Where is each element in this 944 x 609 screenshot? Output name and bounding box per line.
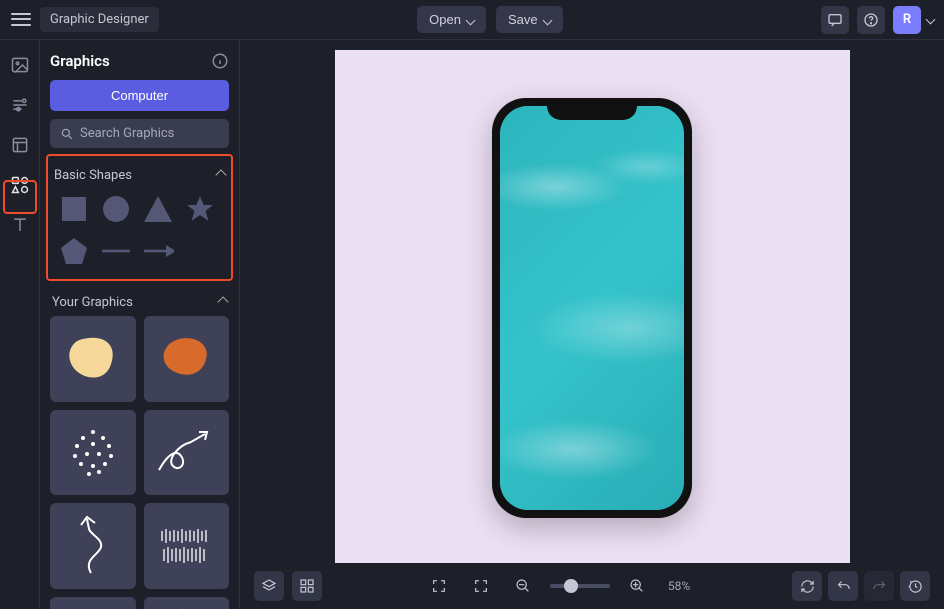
save-button[interactable]: Save [496, 6, 563, 33]
zoom-out-button[interactable] [508, 571, 538, 601]
shape-square[interactable] [58, 193, 90, 225]
refresh-button[interactable] [792, 571, 822, 601]
search-input[interactable]: Search Graphics [50, 119, 229, 148]
search-placeholder: Search Graphics [80, 126, 174, 141]
open-button[interactable]: Open [417, 6, 486, 33]
redo-button[interactable] [864, 571, 894, 601]
canvas-area: 58% [240, 40, 944, 609]
help-icon [863, 12, 879, 28]
shape-star[interactable] [184, 193, 216, 225]
shape-arrow[interactable] [142, 235, 174, 267]
avatar[interactable]: R [893, 6, 921, 34]
rail-graphics[interactable] [7, 172, 33, 198]
chevron-up-icon [217, 168, 225, 183]
open-label: Open [429, 12, 461, 27]
history-button[interactable] [900, 571, 930, 601]
info-button[interactable] [211, 52, 229, 70]
chevron-up-icon [219, 295, 227, 310]
graphic-swirl-arrow[interactable] [144, 597, 230, 609]
graphic-loop[interactable] [144, 410, 230, 496]
graphic-wave[interactable] [50, 597, 136, 609]
section-basic-shapes[interactable]: Basic Shapes [52, 162, 227, 189]
phone-mockup[interactable] [492, 98, 692, 518]
zoom-slider[interactable] [550, 584, 610, 588]
graphic-blob-orange[interactable] [144, 316, 230, 402]
your-graphics-label: Your Graphics [52, 295, 133, 310]
section-your-graphics[interactable]: Your Graphics [50, 289, 229, 316]
search-icon [60, 127, 74, 141]
graphic-curve-arrow[interactable] [50, 503, 136, 589]
rail-template[interactable] [7, 132, 33, 158]
graphic-hatch[interactable] [144, 503, 230, 589]
grid-button[interactable] [292, 571, 322, 601]
marble-texture [500, 106, 684, 510]
zoom-thumb[interactable] [564, 579, 578, 593]
chevron-down-icon [467, 12, 474, 27]
tool-rail [0, 40, 40, 609]
artboard[interactable] [335, 50, 850, 563]
chat-icon [827, 12, 843, 28]
shape-line[interactable] [100, 235, 132, 267]
zoom-in-button[interactable] [622, 571, 652, 601]
basic-shapes-label: Basic Shapes [54, 168, 132, 183]
undo-button[interactable] [828, 571, 858, 601]
sidebar: Graphics Computer Search Graphics Basic … [40, 40, 240, 609]
chevron-down-icon[interactable] [927, 12, 934, 27]
menu-icon[interactable] [10, 9, 32, 31]
basic-shapes-highlight: Basic Shapes [46, 154, 233, 281]
help-button[interactable] [857, 6, 885, 34]
phone-notch [547, 98, 637, 120]
zoom-percent: 58% [668, 579, 690, 593]
computer-button[interactable]: Computer [50, 80, 229, 111]
graphic-dots[interactable] [50, 410, 136, 496]
layers-button[interactable] [254, 571, 284, 601]
shape-pentagon[interactable] [58, 235, 90, 267]
rail-text[interactable] [7, 212, 33, 238]
app-title: Graphic Designer [40, 7, 159, 32]
save-label: Save [508, 12, 538, 27]
shape-triangle[interactable] [142, 193, 174, 225]
rail-image[interactable] [7, 52, 33, 78]
canvas-viewport[interactable] [240, 40, 944, 563]
phone-screen [500, 106, 684, 510]
bottom-toolbar: 58% [240, 563, 944, 609]
fullscreen-button[interactable] [424, 571, 454, 601]
chevron-down-icon [544, 12, 551, 27]
fit-button[interactable] [466, 571, 496, 601]
app-header: Graphic Designer Open Save R [0, 0, 944, 40]
shape-circle[interactable] [100, 193, 132, 225]
sidebar-title: Graphics [50, 52, 110, 70]
graphic-blob-cream[interactable] [50, 316, 136, 402]
feedback-button[interactable] [821, 6, 849, 34]
rail-adjust[interactable] [7, 92, 33, 118]
